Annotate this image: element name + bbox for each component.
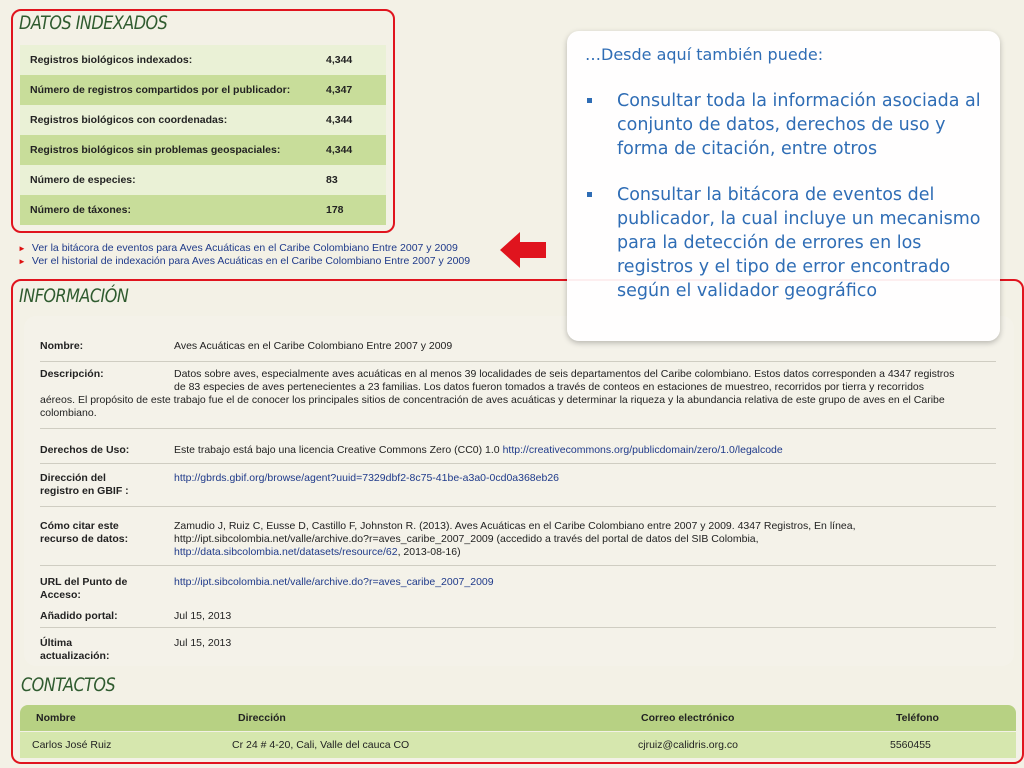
nombre-value: Aves Acuáticas en el Caribe Colombiano E… <box>174 340 453 352</box>
bullet-square-icon <box>587 98 592 103</box>
datos-row: Registros biológicos indexados: 4,344 <box>20 45 386 75</box>
divider <box>40 428 996 429</box>
contacts-header-cell: Nombre <box>36 712 76 724</box>
bullet-square-icon <box>587 192 592 197</box>
red-arrow-icon <box>500 232 546 268</box>
descripcion-line: aéreos. El propósito de este trabajo fue… <box>40 394 945 406</box>
access-point-link[interactable]: http://ipt.sibcolombia.net/valle/archive… <box>174 576 494 588</box>
bitacora-link[interactable]: ► Ver la bitácora de eventos para Aves Ac… <box>18 242 470 255</box>
ultima-value: Jul 15, 2013 <box>174 637 232 649</box>
callout-box: …Desde aquí también puede: Consultar tod… <box>567 31 1000 341</box>
derechos-label: Derechos de Uso: <box>40 444 130 456</box>
direccion-label: Dirección del registro en GBIF : <box>40 472 129 497</box>
datos-label: Registros biológicos con coordenadas: <box>30 114 228 126</box>
gbif-link[interactable]: http://gbrds.gbif.org/browse/agent?uuid=… <box>174 472 559 484</box>
derechos-text: Este trabajo está bajo una licencia Crea… <box>174 444 503 456</box>
datos-value: 4,344 <box>326 144 353 156</box>
datos-row: Número de registros compartidos por el p… <box>20 75 386 105</box>
datos-value: 4,344 <box>326 114 353 126</box>
contactos-title: CONTACTOS <box>21 673 116 696</box>
anadido-value: Jul 15, 2013 <box>174 610 232 622</box>
contact-email: cjruiz@calidris.org.co <box>638 739 738 751</box>
citar-line: Zamudio J, Ruiz C, Eusse D, Castillo F, … <box>174 520 856 532</box>
callout-item: Consultar la bitácora de eventos del pub… <box>585 183 990 303</box>
ultima-label: Última actualización: <box>40 637 110 662</box>
datos-row: Registros biológicos sin problemas geosp… <box>20 135 386 165</box>
contacts-header-cell: Dirección <box>238 712 286 724</box>
divider <box>40 463 996 464</box>
url-label: URL del Punto de Acceso: <box>40 576 128 601</box>
contact-address: Cr 24 # 4-20, Cali, Valle del cauca CO <box>232 739 410 751</box>
historial-link-text[interactable]: Ver el historial de indexación para Aves… <box>32 255 470 267</box>
datos-value: 83 <box>326 174 338 186</box>
divider <box>40 627 996 628</box>
divider <box>40 506 996 507</box>
bullet-arrow-icon: ► <box>18 244 26 253</box>
datos-value: 4,344 <box>326 54 353 66</box>
callout-item: Consultar toda la información asociada a… <box>585 89 990 161</box>
citar-line: http://ipt.sibcolombia.net/valle/archive… <box>174 533 759 545</box>
divider <box>40 565 996 566</box>
callout-intro: …Desde aquí también puede: <box>585 45 824 64</box>
descripcion-row: Descripción: Datos sobre aves, especialm… <box>40 368 996 428</box>
bullet-arrow-icon: ► <box>18 257 26 266</box>
citar-link[interactable]: http://data.sibcolombia.net/datasets/res… <box>174 546 398 558</box>
contacts-header-cell: Correo electrónico <box>641 712 735 724</box>
callout-item-text: Consultar la bitácora de eventos del pub… <box>617 185 981 301</box>
bitacora-link-text[interactable]: Ver la bitácora de eventos para Aves Acu… <box>32 242 458 254</box>
datos-row: Número de especies: 83 <box>20 165 386 195</box>
citar-date: , 2013-08-16) <box>397 546 461 558</box>
datos-value: 4,347 <box>326 84 353 96</box>
event-links: ► Ver la bitácora de eventos para Aves Ac… <box>18 242 470 268</box>
contact-name: Carlos José Ruiz <box>32 739 112 751</box>
datos-row: Número de táxones: 178 <box>20 195 386 225</box>
citar-label: Cómo citar este recurso de datos: <box>40 520 129 545</box>
datos-label: Número de registros compartidos por el p… <box>30 84 291 96</box>
descripcion-label: Descripción: <box>40 368 104 380</box>
datos-label: Registros biológicos sin problemas geosp… <box>30 144 281 156</box>
datos-label: Registros biológicos indexados: <box>30 54 193 66</box>
contacts-header-cell: Teléfono <box>896 712 939 724</box>
descripcion-line: colombiano. <box>40 407 97 419</box>
divider <box>40 361 996 362</box>
table-row: Carlos José Ruiz Cr 24 # 4-20, Cali, Val… <box>20 732 1016 758</box>
contact-phone: 5560455 <box>890 739 931 751</box>
anadido-label: Añadido portal: <box>40 610 118 622</box>
nombre-label: Nombre: <box>40 340 84 352</box>
callout-item-text: Consultar toda la información asociada a… <box>617 91 981 159</box>
descripcion-line: Datos sobre aves, especialmente aves acu… <box>174 368 955 380</box>
contacts-header: Nombre Dirección Correo electrónico Telé… <box>20 705 1016 731</box>
historial-link[interactable]: ► Ver el historial de indexación para Ave… <box>18 255 470 268</box>
descripcion-line: de 83 especies de aves pertenecientes a … <box>174 381 924 393</box>
info-panel: Nombre: Aves Acuáticas en el Caribe Colo… <box>24 316 1014 666</box>
datos-value: 178 <box>326 204 344 216</box>
callout-list: Consultar toda la información asociada a… <box>585 89 990 325</box>
license-link[interactable]: http://creativecommons.org/publicdomain/… <box>503 444 783 456</box>
datos-label: Número de especies: <box>30 174 136 186</box>
datos-table: Registros biológicos indexados: 4,344 Núm… <box>20 45 386 225</box>
datos-row: Registros biológicos con coordenadas: 4,3… <box>20 105 386 135</box>
datos-label: Número de táxones: <box>30 204 131 216</box>
